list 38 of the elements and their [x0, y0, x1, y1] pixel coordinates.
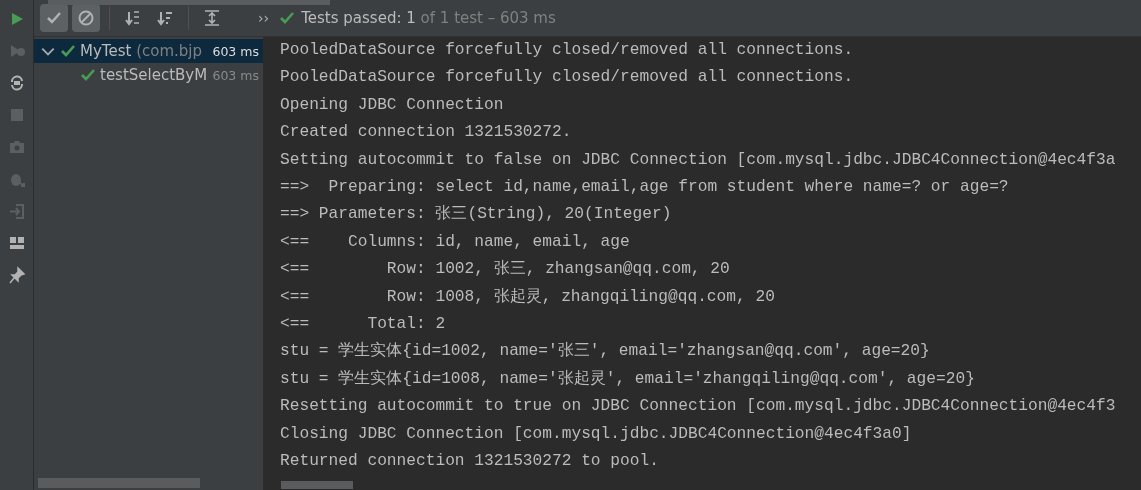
console-line: Closing JDBC Connection [com.mysql.jdbc.JDBC4Connection@4ec4f3a0]	[280, 423, 913, 445]
console-line: Returned connection 1321530272 to pool.	[280, 451, 660, 473]
test-status: Tests passed: 1 of 1 test – 603 ms	[301, 9, 556, 27]
test-name: MyTest (com.bjp	[80, 42, 202, 60]
check-button[interactable]	[40, 4, 68, 32]
tree-item[interactable]: testSelectByM 603 ms	[34, 63, 263, 87]
console-line: <== Total: 2	[280, 314, 447, 336]
sort-icon	[156, 9, 174, 27]
console-line: Resetting autocommit to true on JDBC Connection [com.mysql.jdbc.JDBC4Connection@4ec4f3	[280, 396, 1117, 418]
console-line: PooledDataSource forcefully closed/removed all connections.	[280, 40, 855, 61]
scrollbar-thumb[interactable]	[38, 478, 200, 488]
console-line: <== Row: 1002, 张三, zhangsan@qq.com, 20	[280, 259, 731, 281]
layout-icon[interactable]	[7, 234, 26, 252]
console-line: Setting autocommit to false on JDBC Connection [com.mysql.jdbc.JDBC4Connection@4ec4f3a	[280, 149, 1117, 171]
check-icon	[80, 67, 96, 83]
console-line: PooledDataSource forcefully closed/removed all connections.	[280, 67, 855, 89]
console-line: Created connection 1321530272.	[280, 122, 573, 144]
console-line: ==> Preparing: select id,name,email,age from student where name=? or age=?	[280, 177, 1010, 199]
check-icon	[279, 10, 296, 26]
console-line: <== Columns: id, name, email, age	[280, 231, 631, 253]
console-line: <== Row: 1008, 张起灵, zhangqiling@qq.com, 20	[280, 286, 776, 308]
console-line: Opening JDBC Connection	[280, 94, 505, 116]
test-name: testSelectByM	[100, 66, 208, 84]
ban-button[interactable]	[72, 4, 100, 32]
scrollbar-thumb[interactable]	[281, 481, 353, 489]
test-duration: 603 ms	[212, 43, 260, 59]
console-line: ==> Parameters: 张三(String), 20(Integer)	[280, 204, 673, 226]
ban-icon	[77, 9, 95, 27]
pin-icon[interactable]	[7, 266, 26, 284]
scrollbar-thumb[interactable]	[48, 0, 330, 5]
check-icon	[60, 43, 76, 59]
tree-item[interactable]: MyTest (com.bjp 603 ms	[34, 39, 263, 63]
console-line: stu = 学生实体{id=1008, name='张起灵', email='zhangqiling@qq.com', age=20}	[280, 368, 976, 390]
console-line: stu = 学生实体{id=1002, name='张三', email='zhangsan@qq.com', age=20}	[280, 340, 931, 363]
sort-icon	[124, 9, 142, 27]
more-button[interactable]: ››	[258, 10, 270, 26]
expand-icon	[203, 9, 221, 27]
test-duration: 603 ms	[212, 67, 260, 83]
